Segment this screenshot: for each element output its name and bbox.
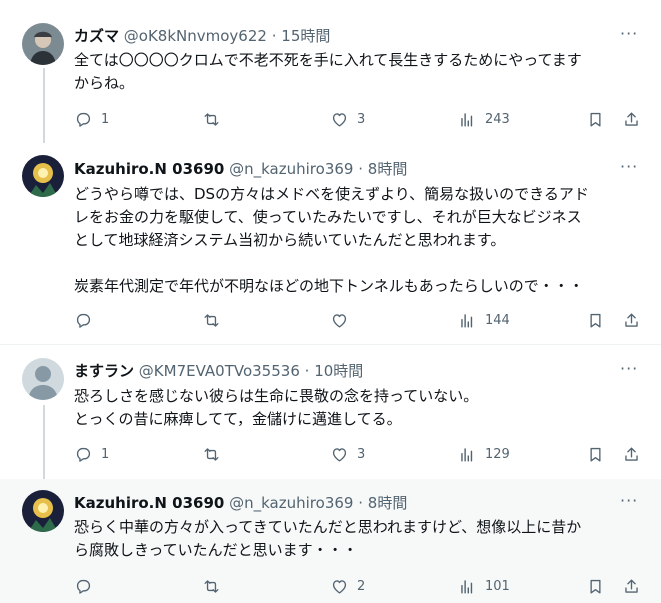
tweet-header: カズマ @oK8kNnvmoy622 · 15時間 [74, 26, 330, 46]
bookmark-button[interactable] [586, 110, 605, 129]
view-count: 144 [485, 313, 510, 328]
thread-line [43, 405, 45, 479]
retweet-button[interactable] [202, 445, 229, 464]
bookmark-icon [590, 313, 601, 328]
separator-dot: · [358, 494, 364, 512]
view-count: 129 [485, 447, 510, 462]
separator-dot: · [358, 160, 364, 178]
timestamp[interactable]: 15時間 [281, 27, 330, 45]
reply-icon [76, 112, 91, 127]
avatar[interactable] [22, 490, 64, 532]
like-button[interactable]: 3 [330, 445, 365, 464]
tweet-header: Kazuhiro.N 03690 @n_kazuhiro369 · 8時間 [74, 493, 407, 513]
view-count: 243 [485, 112, 510, 127]
tweet-text: どうやら噂では、DSの方々はメドベを使えずより、簡易な扱いのできるアド レをお金… [74, 185, 589, 295]
tweet-header: Kazuhiro.N 03690 @n_kazuhiro369 · 8時間 [74, 159, 407, 179]
user-handle[interactable]: @KM7EVA0TVo35536 [139, 362, 300, 380]
share-icon [625, 112, 638, 126]
like-button[interactable] [330, 311, 357, 330]
tweet-kazuhiro-reply-2[interactable]: Kazuhiro.N 03690 @n_kazuhiro369 · 8時間 ··… [0, 479, 661, 603]
bookmark-icon [590, 579, 601, 594]
retweet-icon [204, 448, 219, 461]
like-icon [332, 314, 347, 328]
timestamp[interactable]: 8時間 [368, 494, 408, 512]
tweet-text: 恐らく中華の方々が入ってきていたんだと思われますけど、想像以上に昔か ら腐敗しき… [74, 518, 582, 559]
retweet-icon [204, 314, 219, 327]
action-bar: 1 3 243 [74, 110, 649, 132]
retweet-button[interactable] [202, 577, 229, 596]
retweet-button[interactable] [202, 110, 229, 129]
share-button[interactable] [622, 577, 641, 596]
views-icon [461, 314, 473, 328]
reply-button[interactable] [74, 311, 101, 330]
tweet-kazuma[interactable]: カズマ @oK8kNnvmoy622 · 15時間 ··· 全ては〇〇〇〇クロム… [0, 0, 661, 143]
bookmark-button[interactable] [586, 311, 605, 330]
tweet-header: ますラン @KM7EVA0TVo35536 · 10時間 [74, 361, 363, 381]
bookmark-button[interactable] [586, 445, 605, 464]
tweet-masuran[interactable]: ますラン @KM7EVA0TVo35536 · 10時間 ··· 恐ろしさを感じ… [0, 345, 661, 479]
like-icon [332, 448, 347, 462]
like-count: 2 [357, 579, 366, 594]
views-button[interactable]: 144 [458, 311, 510, 330]
retweet-icon [204, 580, 219, 593]
display-name[interactable]: カズマ [74, 27, 119, 45]
like-button[interactable]: 3 [330, 110, 365, 129]
user-handle[interactable]: @n_kazuhiro369 [229, 494, 353, 512]
reply-count: 1 [101, 447, 110, 462]
share-icon [625, 313, 638, 327]
like-count: 3 [357, 112, 366, 127]
reply-icon [76, 313, 91, 328]
more-icon[interactable]: ··· [620, 491, 638, 511]
avatar[interactable] [22, 358, 64, 400]
reply-icon [76, 447, 91, 462]
views-icon [461, 580, 473, 594]
retweet-button[interactable] [202, 311, 229, 330]
like-count: 3 [357, 447, 366, 462]
more-icon[interactable]: ··· [620, 24, 638, 44]
separator-dot: · [304, 362, 310, 380]
reply-button[interactable]: 1 [74, 110, 109, 129]
more-icon[interactable]: ··· [620, 157, 638, 177]
more-icon[interactable]: ··· [620, 359, 638, 379]
tweet-text: 恐ろしさを感じない彼らは生命に畏敬の念を持っていない。 とっくの昔に麻痺してて，… [74, 387, 479, 428]
views-button[interactable]: 129 [458, 445, 510, 464]
display-name[interactable]: Kazuhiro.N 03690 [74, 494, 224, 512]
tweet-kazuhiro-reply-1[interactable]: Kazuhiro.N 03690 @n_kazuhiro369 · 8時間 ··… [0, 143, 661, 343]
reply-button[interactable]: 1 [74, 445, 109, 464]
thread-line [43, 68, 45, 143]
views-icon [461, 113, 473, 127]
avatar[interactable] [22, 23, 64, 65]
bookmark-icon [590, 112, 601, 127]
like-icon [332, 113, 347, 127]
display-name[interactable]: ますラン [74, 362, 134, 380]
reply-icon [76, 579, 91, 594]
timestamp[interactable]: 10時間 [314, 362, 363, 380]
display-name[interactable]: Kazuhiro.N 03690 [74, 160, 224, 178]
reply-button[interactable] [74, 577, 101, 596]
like-icon [332, 580, 347, 594]
like-button[interactable]: 2 [330, 577, 365, 596]
reply-count: 1 [101, 112, 110, 127]
views-icon [461, 448, 473, 462]
bookmark-button[interactable] [586, 577, 605, 596]
share-icon [625, 579, 638, 593]
view-count: 101 [485, 579, 510, 594]
user-handle[interactable]: @n_kazuhiro369 [229, 160, 353, 178]
action-bar: 1 3 129 [74, 445, 649, 467]
action-bar: 2 101 [74, 577, 649, 599]
views-button[interactable]: 243 [458, 110, 510, 129]
share-button[interactable] [622, 311, 641, 330]
views-button[interactable]: 101 [458, 577, 510, 596]
retweet-icon [204, 113, 219, 126]
timestamp[interactable]: 8時間 [368, 160, 408, 178]
action-bar: 144 [74, 311, 649, 333]
share-button[interactable] [622, 110, 641, 129]
bookmark-icon [590, 447, 601, 462]
avatar[interactable] [22, 155, 64, 197]
user-handle[interactable]: @oK8kNnvmoy622 [124, 27, 267, 45]
separator-dot: · [271, 27, 277, 45]
tweet-text: 全ては〇〇〇〇クロムで不老不死を手に入れて長生きするためにやってます からね。 [74, 51, 582, 92]
share-button[interactable] [622, 445, 641, 464]
share-icon [625, 447, 638, 461]
